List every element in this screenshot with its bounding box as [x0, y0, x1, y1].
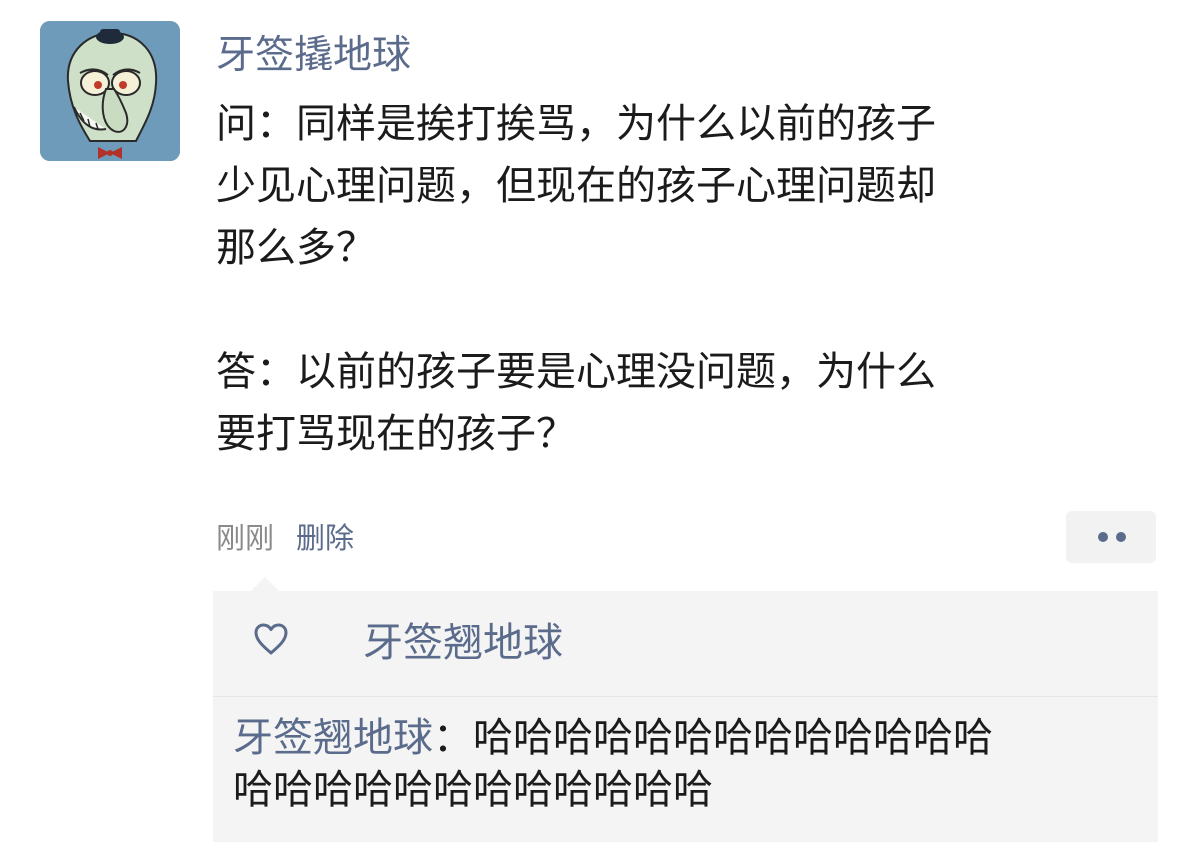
post-text-line: 要打骂现在的孩子？: [216, 411, 576, 457]
post-timestamp: 刚刚: [216, 521, 275, 555]
heart-outline-icon: [254, 623, 288, 655]
post-text-line: 少见心理问题，但现在的孩子心理问题却: [216, 163, 936, 209]
comment-item: 牙签翘地球：哈哈哈哈哈哈哈哈哈哈哈哈哈 哈哈哈哈哈哈哈哈哈哈哈哈: [233, 712, 1133, 816]
delete-button[interactable]: 删除: [296, 521, 354, 555]
avatar[interactable]: [40, 21, 180, 161]
dot-icon: [1116, 532, 1126, 542]
moments-post: 牙签撬地球 问：同样是挨打挨骂，为什么以前的孩子 少见心理问题，但现在的孩子心理…: [0, 0, 1200, 842]
commenter-name[interactable]: 牙签翘地球: [233, 715, 433, 761]
comment-separator: ：: [433, 715, 473, 761]
comment-line: 哈哈哈哈哈哈哈哈哈哈哈哈: [233, 767, 713, 813]
likes-row: 牙签翘地球: [213, 591, 1158, 697]
post-text-line: 答：以前的孩子要是心理没问题，为什么: [216, 349, 936, 395]
post-text-line: 那么多？: [216, 225, 376, 271]
post-author-name[interactable]: 牙签撬地球: [216, 30, 411, 82]
liked-by-name[interactable]: 牙签翘地球: [363, 617, 563, 669]
dot-icon: [1098, 532, 1108, 542]
comment-line: 牙签翘地球：哈哈哈哈哈哈哈哈哈哈哈哈哈: [233, 712, 1133, 764]
squidward-avatar-icon: [40, 21, 180, 161]
comment-text: 哈哈哈哈哈哈哈哈哈哈哈哈哈: [473, 715, 993, 761]
post-text-line: 问：同样是挨打挨骂，为什么以前的孩子: [216, 101, 936, 147]
interaction-panel: 牙签翘地球 牙签翘地球：哈哈哈哈哈哈哈哈哈哈哈哈哈 哈哈哈哈哈哈哈哈哈哈哈哈: [213, 577, 1158, 842]
more-options-button[interactable]: [1066, 511, 1156, 563]
post-meta: 刚刚 删除: [216, 518, 354, 558]
post-text: 问：同样是挨打挨骂，为什么以前的孩子 少见心理问题，但现在的孩子心理问题却 那么…: [216, 93, 1096, 465]
